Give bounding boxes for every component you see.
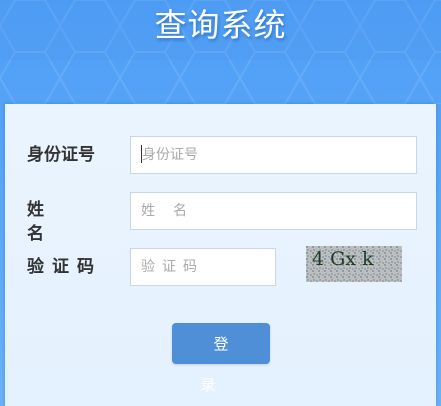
name-input[interactable]: 姓名 bbox=[130, 192, 417, 230]
captcha-code: 4 Gx k bbox=[312, 248, 374, 270]
page-title: 查询系统 bbox=[154, 6, 287, 44]
captcha-image[interactable]: 4 Gx k bbox=[306, 246, 402, 282]
verify-code-placeholder: 验证码 bbox=[141, 259, 204, 275]
name-label: 姓名 bbox=[27, 200, 70, 244]
verify-code-input[interactable]: 验证码 bbox=[130, 248, 276, 286]
login-panel: 身份证号 身份证号 姓名 姓名 验证码 验证码 4 Gx k 登录 bbox=[5, 104, 436, 406]
verify-code-label: 验证码 bbox=[27, 257, 102, 277]
id-number-input[interactable]: 身份证号 bbox=[130, 136, 417, 174]
id-number-label: 身份证号 bbox=[27, 145, 95, 165]
login-button[interactable]: 登录 bbox=[172, 323, 270, 394]
id-number-placeholder: 身份证号 bbox=[142, 147, 198, 163]
name-placeholder: 姓名 bbox=[141, 203, 205, 219]
